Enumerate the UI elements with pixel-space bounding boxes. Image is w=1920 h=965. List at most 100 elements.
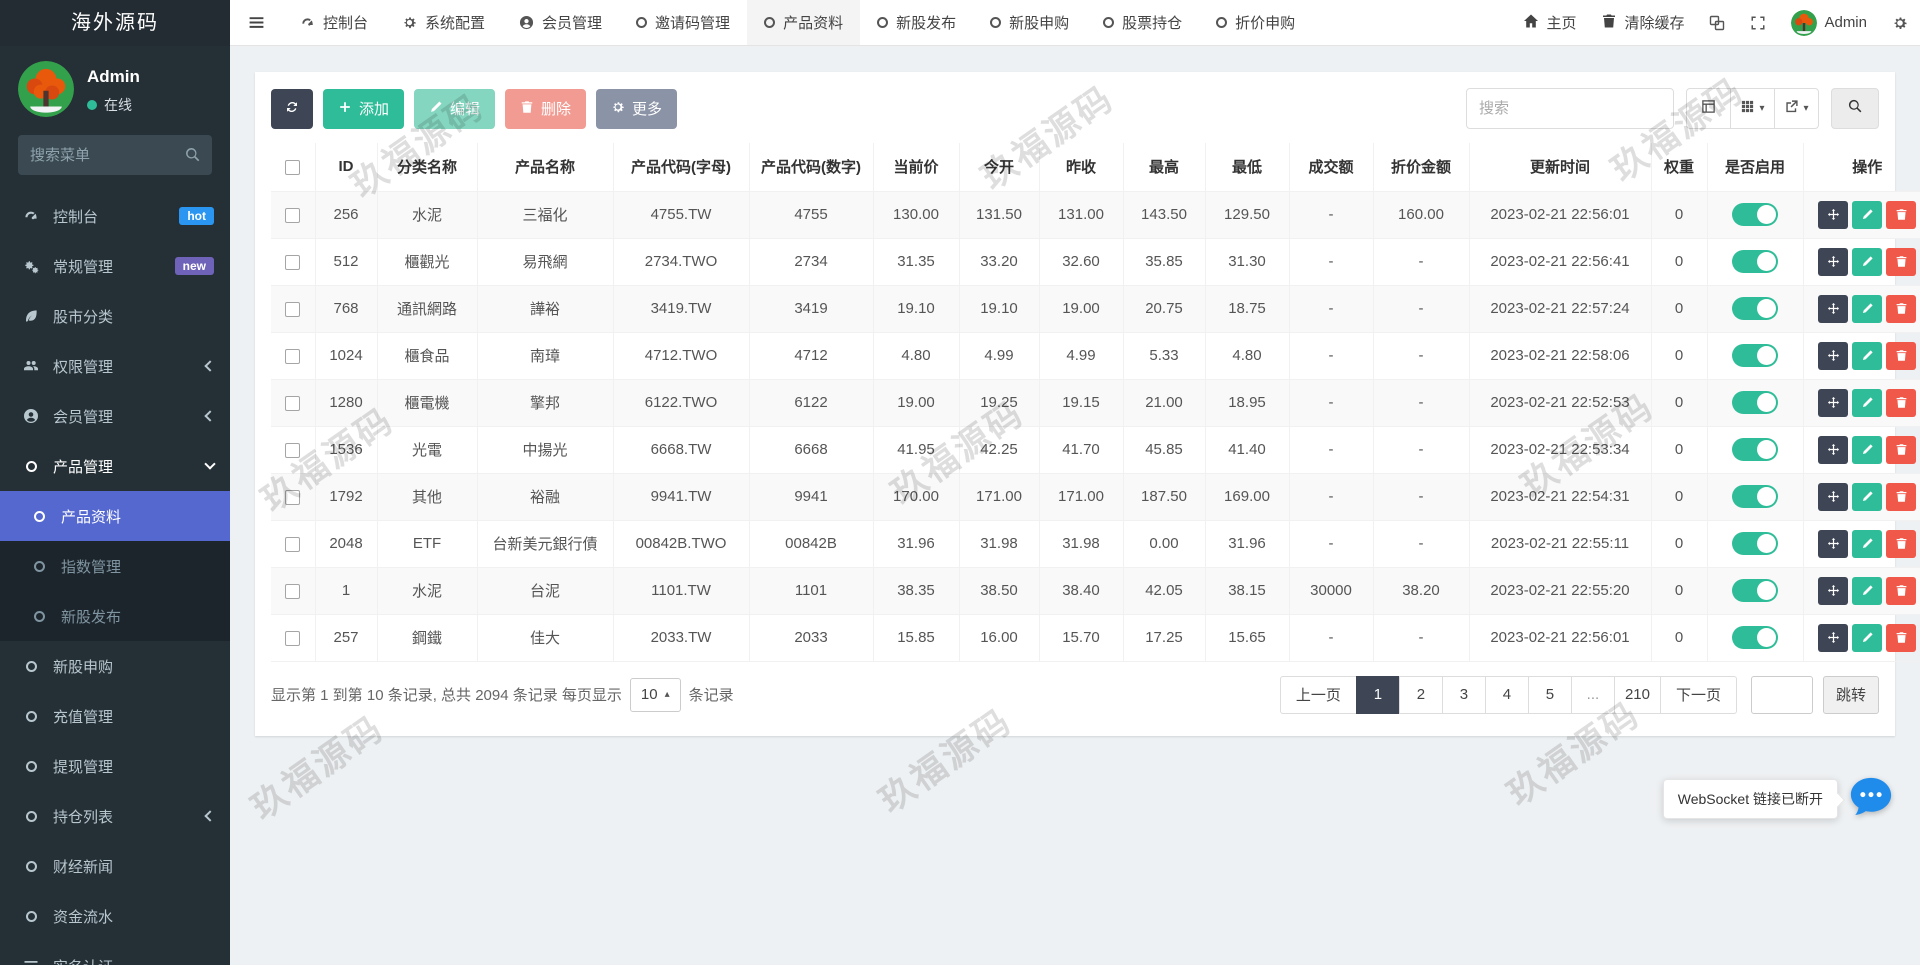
move-button[interactable]	[1818, 294, 1849, 323]
pagination-page-2[interactable]: 2	[1398, 675, 1443, 714]
page-jump-input[interactable]	[1750, 675, 1813, 714]
language-icon[interactable]	[1709, 15, 1725, 31]
sidebar-item-general[interactable]: 常规管理 new	[0, 241, 230, 291]
tab-console[interactable]: 控制台	[283, 0, 385, 45]
edit-row-button[interactable]	[1852, 576, 1883, 605]
enabled-toggle[interactable]	[1732, 532, 1778, 555]
delete-row-button[interactable]	[1886, 576, 1917, 605]
delete-row-button[interactable]	[1886, 200, 1917, 229]
tab-stock-positions[interactable]: 股票持仓	[1086, 0, 1199, 45]
enabled-toggle[interactable]	[1732, 579, 1778, 602]
pagination-page-3[interactable]: 3	[1441, 675, 1486, 714]
delete-row-button[interactable]	[1886, 294, 1917, 323]
edit-row-button[interactable]	[1852, 623, 1883, 652]
table-search-input[interactable]	[1466, 88, 1674, 129]
delete-row-button[interactable]	[1886, 247, 1917, 276]
delete-row-button[interactable]	[1886, 482, 1917, 511]
sidebar-item-index-management[interactable]: 指数管理	[0, 541, 230, 591]
tab-product-info[interactable]: 产品资料	[747, 0, 861, 45]
sidebar-item-finance-news[interactable]: 财经新闻	[0, 841, 230, 891]
refresh-button[interactable]	[271, 88, 313, 129]
pagination-page-210[interactable]: 210	[1613, 675, 1661, 714]
edit-row-button[interactable]	[1852, 247, 1883, 276]
delete-row-button[interactable]	[1886, 435, 1917, 464]
row-checkbox[interactable]	[285, 630, 301, 646]
enabled-toggle[interactable]	[1732, 626, 1778, 649]
edit-row-button[interactable]	[1852, 435, 1883, 464]
row-checkbox[interactable]	[285, 207, 301, 223]
row-checkbox[interactable]	[285, 536, 301, 552]
sidebar-search-input[interactable]	[18, 135, 212, 175]
home-button[interactable]: 主页	[1523, 12, 1576, 33]
edit-row-button[interactable]	[1852, 529, 1883, 558]
row-checkbox[interactable]	[285, 489, 301, 505]
sidebar-item-kyc[interactable]: 实名认证	[0, 941, 230, 965]
enabled-toggle[interactable]	[1732, 344, 1778, 367]
sidebar-item-market-category[interactable]: 股市分类	[0, 291, 230, 341]
sidebar-item-ipo-subscribe[interactable]: 新股申购	[0, 641, 230, 691]
add-button[interactable]: 添加	[323, 88, 405, 129]
clear-cache-button[interactable]: 清除缓存	[1601, 12, 1684, 33]
edit-row-button[interactable]	[1852, 388, 1883, 417]
fullscreen-icon[interactable]	[1750, 15, 1766, 31]
settings-gear-icon[interactable]	[1892, 15, 1908, 31]
columns-button[interactable]: ▾	[1730, 88, 1775, 129]
sidebar-item-product-info[interactable]: 产品资料	[0, 491, 230, 541]
edit-row-button[interactable]	[1852, 482, 1883, 511]
move-button[interactable]	[1818, 200, 1849, 229]
move-button[interactable]	[1818, 482, 1849, 511]
pagination-prev[interactable]: 上一页	[1279, 675, 1357, 714]
menu-toggle-icon[interactable]	[230, 0, 283, 45]
move-button[interactable]	[1818, 576, 1849, 605]
sidebar-item-recharge[interactable]: 充值管理	[0, 691, 230, 741]
row-checkbox[interactable]	[285, 442, 301, 458]
search-button[interactable]	[1831, 88, 1879, 129]
pagination-next[interactable]: 下一页	[1659, 675, 1737, 714]
enabled-toggle[interactable]	[1732, 438, 1778, 461]
tab-members[interactable]: 会员管理	[502, 0, 619, 45]
more-button[interactable]: 更多	[596, 88, 678, 129]
edit-row-button[interactable]	[1852, 341, 1883, 370]
move-button[interactable]	[1818, 341, 1849, 370]
move-button[interactable]	[1818, 247, 1849, 276]
row-checkbox[interactable]	[285, 254, 301, 270]
page-jump-button[interactable]: 跳转	[1822, 675, 1879, 714]
sidebar-item-withdraw[interactable]: 提现管理	[0, 741, 230, 791]
move-button[interactable]	[1818, 388, 1849, 417]
pagination-page-5[interactable]: 5	[1527, 675, 1572, 714]
enabled-toggle[interactable]	[1732, 297, 1778, 320]
sidebar-item-capital-flow[interactable]: 资金流水	[0, 891, 230, 941]
page-size-select[interactable]: 10 ▴	[629, 677, 681, 712]
row-checkbox[interactable]	[285, 348, 301, 364]
chat-fab-icon[interactable]	[1848, 774, 1894, 820]
pagination-page-4[interactable]: 4	[1484, 675, 1529, 714]
user-menu[interactable]: Admin	[1791, 9, 1867, 36]
edit-button[interactable]: 编辑	[414, 88, 496, 129]
delete-button[interactable]: 删除	[505, 88, 587, 129]
export-button[interactable]: ▾	[1774, 88, 1819, 129]
search-icon[interactable]	[184, 146, 201, 168]
sidebar-item-console[interactable]: 控制台 hot	[0, 191, 230, 241]
tab-discount-subscribe[interactable]: 折价申购	[1199, 0, 1312, 45]
pagination-page-1[interactable]: 1	[1355, 675, 1400, 714]
move-button[interactable]	[1818, 435, 1849, 464]
select-all-checkbox[interactable]	[285, 159, 301, 175]
delete-row-button[interactable]	[1886, 529, 1917, 558]
sidebar-item-products[interactable]: 产品管理	[0, 441, 230, 491]
sidebar-item-members[interactable]: 会员管理	[0, 391, 230, 441]
tab-system-config[interactable]: 系统配置	[385, 0, 502, 45]
sidebar-item-positions[interactable]: 持仓列表	[0, 791, 230, 841]
enabled-toggle[interactable]	[1732, 250, 1778, 273]
row-checkbox[interactable]	[285, 301, 301, 317]
move-button[interactable]	[1818, 529, 1849, 558]
delete-row-button[interactable]	[1886, 623, 1917, 652]
detail-view-button[interactable]	[1686, 88, 1731, 129]
tab-ipo-publish[interactable]: 新股发布	[860, 0, 973, 45]
delete-row-button[interactable]	[1886, 341, 1917, 370]
tab-invite-codes[interactable]: 邀请码管理	[619, 0, 747, 45]
delete-row-button[interactable]	[1886, 388, 1917, 417]
sidebar-item-ipo-publish[interactable]: 新股发布	[0, 591, 230, 641]
sidebar-item-permissions[interactable]: 权限管理	[0, 341, 230, 391]
enabled-toggle[interactable]	[1732, 485, 1778, 508]
enabled-toggle[interactable]	[1732, 203, 1778, 226]
